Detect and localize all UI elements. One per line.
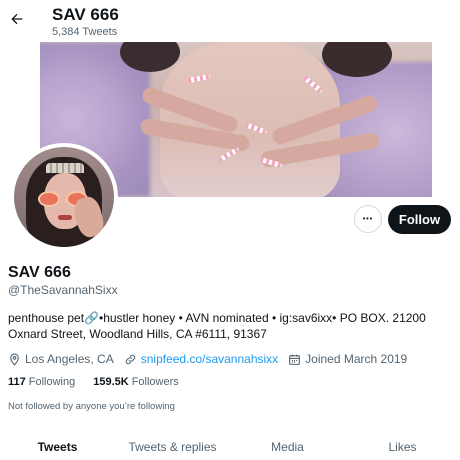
- following-count: 117: [8, 376, 26, 388]
- header-title: SAV 666: [52, 5, 119, 24]
- following-link[interactable]: 117 Following: [8, 376, 75, 388]
- follow-button[interactable]: Follow: [388, 205, 451, 234]
- profile-name: SAV 666: [8, 264, 71, 281]
- joined-date: Joined March 2019: [288, 352, 407, 366]
- tab-likes[interactable]: Likes: [345, 430, 460, 460]
- top-bar: SAV 666 5,384 Tweets: [0, 0, 460, 42]
- avatar[interactable]: [10, 143, 118, 251]
- bio-line-1: penthouse pet🔗•hustler honey • AVN nomin…: [8, 311, 426, 325]
- arrow-left-icon: [11, 13, 23, 25]
- joined-text: Joined March 2019: [305, 352, 408, 366]
- not-followed-notice: Not followed by anyone you’re following: [8, 401, 175, 412]
- link-icon: [125, 354, 135, 364]
- tab-tweets-replies[interactable]: Tweets & replies: [115, 430, 230, 460]
- location-pin-icon: [10, 353, 19, 366]
- profile-handle: @TheSavannahSixx: [8, 283, 118, 297]
- following-label: Following: [28, 376, 76, 388]
- followers-count: 159.5K: [93, 376, 129, 388]
- location-text: Los Angeles, CA: [25, 352, 114, 366]
- back-button[interactable]: [6, 8, 28, 30]
- profile-tabs: Tweets Tweets & replies Media Likes: [0, 430, 460, 460]
- profile-bio: penthouse pet🔗•hustler honey • AVN nomin…: [8, 310, 453, 342]
- followers-link[interactable]: 159.5K Followers: [93, 376, 179, 388]
- tab-tweets[interactable]: Tweets: [0, 430, 115, 460]
- more-options-button[interactable]: •••: [354, 205, 382, 233]
- website-link[interactable]: snipfeed.co/savannahsixx: [141, 352, 278, 366]
- follow-stats: 117 Following 159.5K Followers: [8, 376, 197, 388]
- more-icon: •••: [362, 215, 374, 223]
- profile-meta: Los Angeles, CA snipfeed.co/savannahsixx…: [8, 351, 417, 367]
- tweet-count: 5,384 Tweets: [52, 26, 118, 38]
- website[interactable]: snipfeed.co/savannahsixx: [124, 352, 278, 366]
- tab-media[interactable]: Media: [230, 430, 345, 460]
- bio-line-2: Oxnard Street, Woodland Hills, CA #6111,…: [8, 327, 267, 341]
- calendar-icon: [289, 354, 301, 365]
- followers-label: Followers: [131, 376, 179, 388]
- location: Los Angeles, CA: [8, 352, 114, 366]
